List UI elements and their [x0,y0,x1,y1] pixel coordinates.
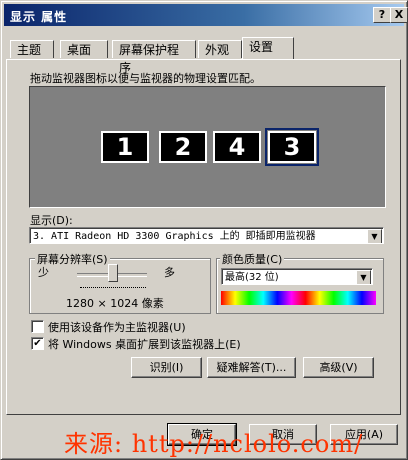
resolution-slider-ticks [80,287,146,291]
window-title: 显示 属性 [10,10,68,24]
tab-appearance[interactable]: 外观 [198,40,242,58]
extend-desktop-label[interactable]: 将 Windows 桌面扩展到该监视器上(E) [48,336,241,352]
extend-desktop-checkbox[interactable]: ✔ [31,337,44,350]
advanced-button[interactable]: 高级(V) [303,357,374,378]
monitor-icon-1[interactable]: 1 [101,131,149,163]
help-button[interactable]: ? [373,7,391,23]
color-quality-select[interactable]: 最高(32 位) ▼ [221,268,373,285]
chevron-down-icon[interactable]: ▼ [367,229,382,243]
primary-monitor-label[interactable]: 使用该设备作为主监视器(U) [48,319,186,335]
color-spectrum-bar [221,291,376,305]
identify-button[interactable]: 识别(I) [131,357,202,378]
tab-strip: 主题 桌面 屏幕保护程序 外观 设置 [6,37,402,75]
resolution-less-label: 少 [38,266,49,279]
resolution-value: 1280 × 1024 像素 [66,297,164,310]
display-label: 显示(D): [30,214,73,227]
resolution-more-label: 多 [164,266,175,279]
color-quality-value: 最高(32 位) [225,272,279,283]
tab-desktop[interactable]: 桌面 [60,40,108,58]
chevron-down-icon[interactable]: ▼ [356,270,371,284]
resolution-slider-thumb[interactable] [108,264,118,282]
title-bar[interactable]: 显示 属性 ? X [4,4,408,26]
monitor-icon-2[interactable]: 2 [159,131,207,163]
monitor-icon-4[interactable]: 4 [213,131,261,163]
close-button[interactable]: X [390,7,408,23]
tab-screensaver[interactable]: 屏幕保护程序 [112,40,196,75]
monitor-icon-3-selected[interactable]: 3 [265,128,319,166]
monitor-arrangement-area[interactable]: 1 2 4 3 [29,86,386,208]
source-watermark: 来源: http://nclolo.com/ [64,430,364,458]
display-select-value: 3. ATI Radeon HD 3300 Graphics 上的 即插即用监视… [33,231,316,242]
display-select[interactable]: 3. ATI Radeon HD 3300 Graphics 上的 即插即用监视… [29,227,384,244]
troubleshoot-button[interactable]: 疑难解答(T)... [207,357,296,378]
color-quality-group-title: 颜色质量(C) [220,251,285,267]
tab-theme[interactable]: 主题 [10,40,54,58]
primary-monitor-checkbox[interactable] [31,320,44,333]
tab-settings[interactable]: 设置 [242,37,294,59]
instructions-text: 拖动监视器图标以便与监视器的物理设置匹配。 [30,72,261,85]
